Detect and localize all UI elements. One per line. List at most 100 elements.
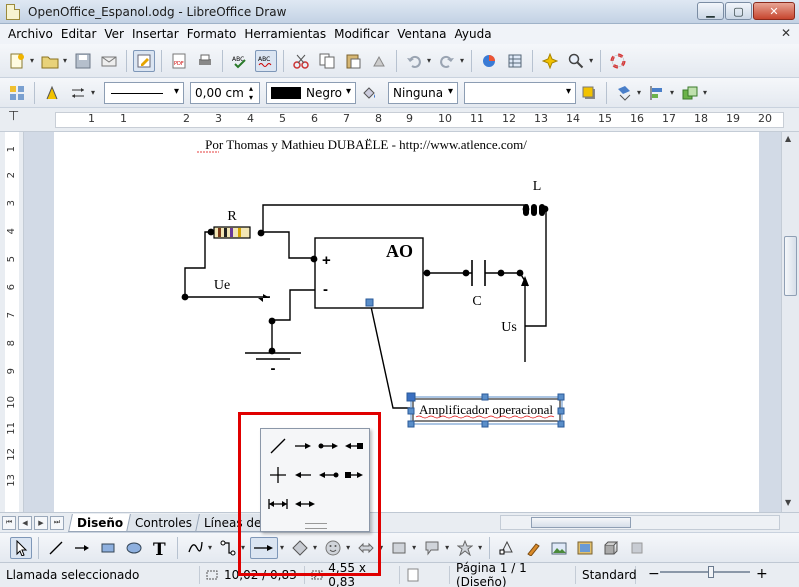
arrange-icon[interactable] (679, 82, 701, 104)
menu-modificar[interactable]: Modificar (330, 27, 393, 41)
menu-editar[interactable]: Editar (57, 27, 101, 41)
zoom-dropdown-icon[interactable]: ▾ (589, 56, 593, 65)
spellcheck-icon[interactable]: ABC (229, 50, 251, 72)
drawing-canvas[interactable] (24, 132, 781, 512)
chart-icon[interactable] (478, 50, 500, 72)
fontwork-icon[interactable] (522, 537, 544, 559)
line-style-select[interactable] (104, 81, 185, 104)
gluepoints-icon[interactable] (539, 50, 561, 72)
new-document-icon[interactable] (6, 50, 28, 72)
table-icon[interactable] (504, 50, 526, 72)
redo-dropdown-icon[interactable]: ▾ (460, 56, 464, 65)
rectangle-tool-icon[interactable] (97, 537, 119, 559)
scroll-down-icon[interactable]: ▼ (785, 498, 791, 507)
undo-icon[interactable] (403, 50, 425, 72)
last-tab-icon[interactable]: ⏭ (50, 515, 64, 530)
cut-icon[interactable] (290, 50, 312, 72)
tab-controles[interactable]: Controles (126, 513, 202, 532)
curve-tool-icon[interactable] (184, 537, 206, 559)
help-lifebuoy-icon[interactable] (607, 50, 629, 72)
zoom-out-icon[interactable]: − (648, 566, 660, 582)
open-dropdown-icon[interactable]: ▾ (63, 56, 67, 65)
arrow-line-tool-icon[interactable] (71, 537, 93, 559)
transformations-icon[interactable] (613, 82, 635, 104)
maximize-button[interactable]: ▢ (725, 2, 752, 20)
stars-icon[interactable] (454, 537, 476, 559)
horizontal-scroll-thumb[interactable] (531, 517, 631, 528)
document-modified-icon[interactable] (400, 566, 450, 584)
paste-icon[interactable] (342, 50, 364, 72)
scroll-up-icon[interactable]: ▲ (785, 134, 791, 143)
arrange-dropdown-icon[interactable]: ▾ (703, 88, 707, 97)
ellipse-tool-icon[interactable] (123, 537, 145, 559)
redo-icon[interactable] (436, 50, 458, 72)
menu-ventana[interactable]: Ventana (393, 27, 450, 41)
points-edit-icon[interactable] (496, 537, 518, 559)
copy-icon[interactable] (316, 50, 338, 72)
line-width-input[interactable]: 0,00 cm (190, 81, 261, 104)
horizontal-scrollbar[interactable] (500, 515, 780, 530)
arrow-style-dropdown-icon[interactable]: ▾ (91, 88, 95, 97)
menu-ver[interactable]: Ver (100, 27, 128, 41)
undo-dropdown-icon[interactable]: ▾ (427, 56, 431, 65)
transformations-dropdown-icon[interactable]: ▾ (637, 88, 641, 97)
align-dropdown-icon[interactable]: ▾ (670, 88, 674, 97)
align-icon[interactable] (646, 82, 668, 104)
edit-mode-icon[interactable] (133, 49, 156, 72)
window-title: OpenOffice_Espanol.odg - LibreOffice Dra… (28, 4, 287, 19)
area-fill-select[interactable] (464, 81, 577, 104)
area-style-select[interactable]: Ninguna (388, 81, 459, 104)
gallery-icon[interactable] (574, 537, 596, 559)
horizontal-ruler[interactable]: ⊤ 1 1 2 3 4 5 6 7 8 9 10 11 12 13 14 15 … (0, 108, 799, 132)
save-icon[interactable] (72, 50, 94, 72)
ruler-label: 14 (566, 112, 580, 125)
drawing-page[interactable] (54, 132, 759, 512)
autospellcheck-icon[interactable]: ABC (255, 49, 278, 72)
export-pdf-icon[interactable]: PDF (168, 50, 190, 72)
menu-insertar[interactable]: Insertar (128, 27, 183, 41)
open-folder-icon[interactable] (39, 50, 61, 72)
line-color-select[interactable]: Negro (266, 81, 357, 104)
sidebar-grid-icon[interactable] (6, 82, 28, 104)
first-tab-icon[interactable]: ⏮ (2, 515, 16, 530)
connector-tool-icon[interactable] (217, 537, 239, 559)
vertical-scroll-thumb[interactable] (784, 236, 797, 296)
select-pointer-icon[interactable] (10, 536, 32, 559)
zoom-icon[interactable] (565, 50, 587, 72)
vertical-scrollbar[interactable]: ▲ ▼ (781, 132, 799, 512)
clone-formatting-icon[interactable] (368, 50, 390, 72)
zoom-slider[interactable] (660, 566, 750, 578)
close-document-icon[interactable]: ✕ (781, 26, 791, 40)
email-icon[interactable] (98, 50, 120, 72)
area-fill-bucket-icon[interactable] (358, 82, 380, 104)
menu-ayuda[interactable]: Ayuda (450, 27, 495, 41)
text-tool-icon[interactable]: T (149, 537, 171, 559)
next-tab-icon[interactable]: ▶ (34, 515, 48, 530)
print-icon[interactable] (194, 50, 216, 72)
menu-formato[interactable]: Formato (183, 27, 241, 41)
new-dropdown-icon[interactable]: ▾ (30, 56, 34, 65)
menu-herramientas[interactable]: Herramientas (240, 27, 330, 41)
zoom-slider-knob[interactable] (708, 566, 714, 578)
line-style-icon[interactable] (41, 82, 63, 104)
toggle-extrusion-icon[interactable] (626, 537, 648, 559)
shadow-icon[interactable] (578, 82, 600, 104)
zoom-in-icon[interactable]: + (756, 566, 768, 582)
insert-picture-icon[interactable] (548, 537, 570, 559)
extrusion-3d-icon[interactable] (600, 537, 622, 559)
flowchart-dropdown-icon[interactable]: ▾ (412, 543, 416, 552)
tab-diseno[interactable]: Diseño (68, 513, 133, 532)
arrow-style-icon[interactable] (67, 82, 89, 104)
callouts-dropdown-icon[interactable]: ▾ (445, 543, 449, 552)
stars-dropdown-icon[interactable]: ▾ (478, 543, 482, 552)
flowchart-icon[interactable] (388, 537, 410, 559)
line-tool-icon[interactable] (45, 537, 67, 559)
tab-stop-icon[interactable]: ⊤ (8, 109, 19, 124)
callouts-icon[interactable] (421, 537, 443, 559)
minimize-button[interactable]: ▁ (697, 2, 724, 20)
menu-archivo[interactable]: Archivo (4, 27, 57, 41)
curve-dropdown-icon[interactable]: ▾ (208, 543, 212, 552)
prev-tab-icon[interactable]: ◀ (18, 515, 32, 530)
close-window-button[interactable]: ✕ (753, 2, 795, 20)
vertical-ruler[interactable]: 1 2 3 4 5 6 7 8 9 10 11 12 13 14 (0, 132, 24, 512)
